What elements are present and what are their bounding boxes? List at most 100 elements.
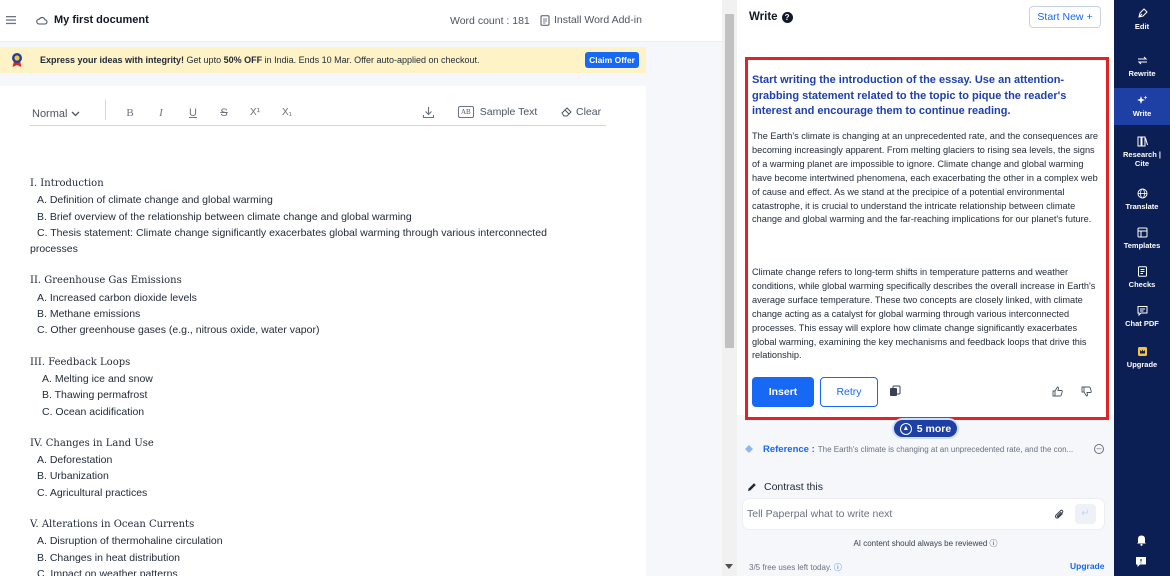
outline-item: A. Definition of climate change and glob…	[37, 194, 273, 207]
feedback-icon[interactable]	[1135, 556, 1147, 568]
nav-item-write[interactable]: Write	[1114, 88, 1170, 125]
nav-label: Checks	[1128, 280, 1156, 289]
nav-label: Write	[1132, 109, 1152, 118]
essay-outline: I. Introduction A. Definition of climate…	[30, 176, 590, 576]
clear-formatting-button[interactable]: Clear	[561, 106, 601, 118]
plus-icon: +	[1086, 11, 1093, 23]
sparkle-icon	[1136, 95, 1147, 104]
outline-item: B. Thawing permafrost	[42, 389, 148, 402]
help-icon[interactable]: ?	[781, 11, 793, 23]
superscript-button[interactable]: X¹	[248, 107, 262, 118]
award-ribbon-icon	[12, 53, 22, 67]
cloud-document-icon	[36, 16, 48, 25]
outline-item: C. Agricultural practices	[37, 486, 148, 499]
write-panel-title: Write ?	[749, 11, 793, 23]
paragraph-style-value: Normal	[32, 108, 68, 120]
pencil-icon	[748, 483, 756, 491]
nav-item-rewrite[interactable]: Rewrite	[1114, 55, 1170, 78]
document-scrollbar[interactable]	[722, 0, 737, 576]
nav-item-edit[interactable]: Edit	[1114, 8, 1170, 31]
start-new-button[interactable]: Start New +	[1029, 6, 1101, 28]
thumbs-up-icon[interactable]	[1052, 386, 1063, 397]
document-title[interactable]: My first document	[54, 14, 149, 26]
sample-text-button[interactable]: AB Sample Text	[458, 106, 537, 118]
strikethrough-button[interactable]: S	[217, 107, 231, 119]
nav-item-research-cite[interactable]: Research | Cite	[1114, 136, 1170, 168]
outline-item: A. Deforestation	[37, 454, 113, 467]
outline-section-title: V. Alterations in Ocean Currents	[30, 519, 195, 531]
globe-icon	[1137, 188, 1147, 199]
reference-row[interactable]: Reference : The Earth's climate is chang…	[745, 441, 1105, 457]
sample-text-icon: AB	[458, 106, 474, 118]
word-count: Word count : 181	[450, 15, 530, 27]
outline-item: C. Ocean acidification	[42, 405, 145, 418]
ai-review-note: AI content should always be reviewed ⓘ	[737, 538, 1114, 549]
hamburger-menu-icon[interactable]	[4, 13, 18, 27]
eraser-icon	[561, 107, 572, 117]
sample-text-label: Sample Text	[479, 106, 538, 118]
insert-button[interactable]: Insert	[752, 377, 814, 407]
promo-banner: Express your ideas with integrity! Get u…	[0, 47, 646, 73]
write-prompt-input[interactable]	[747, 499, 1037, 529]
install-addin-label: Install Word Add-in	[554, 14, 642, 26]
subscript-button[interactable]: X₁	[280, 107, 294, 118]
nav-label: Templates	[1123, 241, 1161, 250]
notification-bell-icon[interactable]	[1135, 533, 1148, 546]
contrast-suggestion[interactable]: Contrast this	[747, 481, 823, 493]
diamond-icon	[745, 445, 753, 453]
copy-icon[interactable]	[889, 385, 901, 397]
nav-label: Rewrite	[1128, 69, 1156, 78]
more-results-label: 5 more	[916, 422, 952, 435]
nav-item-translate[interactable]: Translate	[1114, 188, 1170, 211]
upgrade-link[interactable]: Upgrade	[1070, 561, 1104, 571]
document-pane: My first document Word count : 181 Insta…	[0, 0, 722, 576]
toolbar-divider	[105, 100, 106, 120]
outline-item: A. Melting ice and snow	[42, 372, 153, 385]
reference-label: Reference :	[763, 443, 815, 455]
outline-item: C. Other greenhouse gases (e.g., nitrous…	[37, 324, 320, 337]
outline-item: A. Disruption of thermohaline circulatio…	[37, 535, 223, 548]
panel-footer-background	[737, 415, 1114, 576]
paperclip-icon[interactable]	[1054, 509, 1065, 520]
install-addin-link[interactable]: Install Word Add-in	[540, 14, 642, 26]
nav-item-upgrade[interactable]: Upgrade	[1114, 346, 1170, 369]
editor-page[interactable]: Normal B I U S X¹ X₁ AB Sample Text Clea…	[0, 86, 646, 576]
collapse-reference-icon[interactable]: –	[1094, 444, 1104, 454]
paragraph-style-select[interactable]: Normal	[32, 108, 80, 120]
italic-button[interactable]: I	[154, 107, 168, 119]
rewrite-arrows-icon	[1137, 56, 1147, 65]
info-icon[interactable]: ⓘ	[834, 563, 842, 572]
nav-item-templates[interactable]: Templates	[1114, 227, 1170, 250]
outline-item: B. Methane emissions	[37, 308, 141, 321]
outline-item: B. Urbanization	[37, 470, 109, 483]
claim-offer-button[interactable]: Claim Offer	[585, 52, 639, 68]
underline-button[interactable]: U	[186, 107, 200, 119]
free-uses-left: 3/5 free uses left today. ⓘ	[749, 562, 842, 573]
outline-section-2: II. Greenhouse Gas Emissions A. Increase…	[30, 273, 590, 338]
scroll-down-arrow-icon[interactable]	[725, 564, 733, 569]
chat-pdf-icon	[1137, 306, 1147, 316]
nav-label: Chat PDF	[1125, 319, 1159, 328]
nav-item-chat-pdf[interactable]: Chat PDF	[1114, 305, 1170, 328]
outline-section-1: I. Introduction A. Definition of climate…	[30, 176, 590, 257]
checklist-icon	[1137, 266, 1147, 277]
promo-lead: Express your ideas with integrity!	[40, 55, 185, 65]
info-icon[interactable]: ⓘ	[990, 539, 998, 548]
scrollbar-thumb[interactable]	[725, 14, 734, 348]
templates-icon	[1137, 227, 1147, 238]
outline-section-title: IV. Changes in Land Use	[30, 437, 154, 449]
nav-item-checks[interactable]: Checks	[1114, 266, 1170, 289]
outline-section-5: V. Alterations in Ocean Currents A. Disr…	[30, 517, 590, 576]
download-icon[interactable]	[422, 106, 435, 119]
more-results-button[interactable]: ▲ 5 more	[892, 418, 959, 439]
retry-button[interactable]: Retry	[820, 377, 878, 407]
outline-item: A. Increased carbon dioxide levels	[37, 291, 197, 304]
research-book-icon	[1137, 136, 1148, 147]
write-prompt-box: ↵	[743, 499, 1104, 529]
word-document-icon	[540, 14, 550, 26]
promo-tail: in India. Ends 10 Mar. Offer auto-applie…	[262, 55, 480, 65]
thumbs-down-icon[interactable]	[1081, 386, 1092, 397]
send-button[interactable]: ↵	[1075, 504, 1096, 524]
bold-button[interactable]: B	[123, 107, 137, 119]
outline-item: C. Impact on weather patterns	[37, 567, 178, 576]
